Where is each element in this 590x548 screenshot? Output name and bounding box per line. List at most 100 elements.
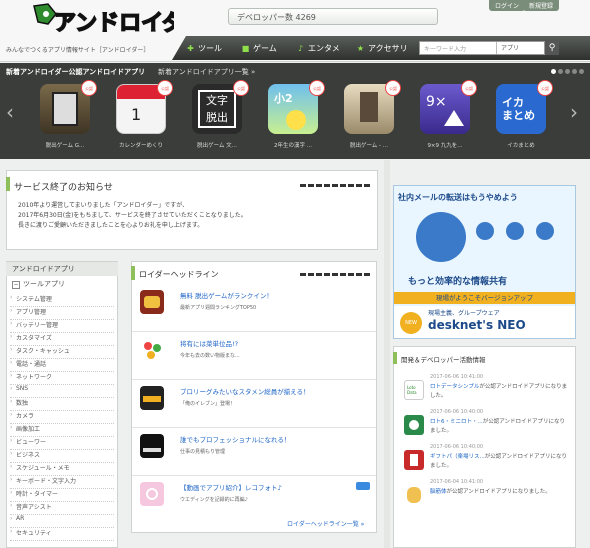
carousel-app[interactable]: 9× 公認 9×9 九九を...: [414, 80, 477, 152]
carousel-dot[interactable]: [579, 69, 584, 74]
carousel-next-arrow[interactable]: ›: [570, 100, 578, 124]
headline-item-title[interactable]: 無料 脱出ゲームがランクイン！: [180, 290, 273, 300]
carousel-app[interactable]: 文字 脱出 公認 脱出ゲーム 文...: [186, 80, 249, 152]
headline-item[interactable]: ブロリーグみたいなスタメン総員が揃える！ 「俺のイレブン」登場！: [132, 380, 376, 428]
app-name: 脱出ゲーム - ...: [349, 143, 389, 149]
ad-person-icon: [476, 222, 494, 240]
sidebar-item[interactable]: 音声アシスト: [10, 502, 114, 515]
approved-badge: 公認: [309, 80, 325, 96]
search-button[interactable]: ⚲: [545, 41, 559, 55]
sidebar-item[interactable]: ビューワー: [10, 437, 114, 450]
site-logo[interactable]: アンドロイダー: [4, 2, 207, 42]
app-name: 脱出ゲーム G...: [45, 143, 85, 149]
sidebar-item[interactable]: システム管理: [10, 294, 114, 307]
sidebar-item[interactable]: バッテリー管理: [10, 320, 114, 333]
headline-item[interactable]: 無料 脱出ゲームがランクイン！ 最新アプリ週間ランキングTOP50: [132, 284, 376, 332]
headline-item-title[interactable]: 誰でもプロフェッショナルになれる！: [180, 434, 291, 444]
ad-line3: 現場がようこそバージョンアップ: [394, 292, 575, 304]
sidebar-item[interactable]: AR: [10, 515, 114, 528]
headline-item-title[interactable]: ブロリーグみたいなスタメン総員が揃える！: [180, 386, 310, 396]
headline-item-sub: 今年も去の数い物版まな...: [180, 353, 240, 359]
carousel-app[interactable]: 公認 脱出ゲーム - ...: [338, 80, 401, 152]
dev-activity-text: ロト6・ミニロト・...が公認アンドロイドアプリになりました。: [430, 418, 570, 436]
sidebar-item[interactable]: 電話・通話: [10, 359, 114, 372]
sidebar-item[interactable]: 画像加工: [10, 424, 114, 437]
sidebar-item[interactable]: カスタマイズ: [10, 333, 114, 346]
app-thumb: Loto Data: [404, 380, 424, 400]
dev-accent: [393, 352, 397, 364]
nav-entertainment[interactable]: ♪ エンタメ: [296, 41, 340, 55]
app-thumb: [404, 485, 424, 505]
carousel-app[interactable]: 小2 公認 2年生の漢字 ...: [262, 80, 325, 152]
ad-line4: 現場主義、グループウェア: [428, 310, 500, 317]
approved-badge: 公認: [461, 80, 477, 96]
svg-text:アンドロイダー: アンドロイダー: [54, 10, 174, 36]
collapse-icon[interactable]: −: [12, 281, 20, 289]
headline-item-sub: 仕事の見積もり管理: [180, 449, 226, 455]
notice-line: 2017年6月30日(金)をもちまして、サービスを終了させていただくことなりまし…: [18, 212, 247, 219]
carousel-dot[interactable]: [572, 69, 577, 74]
dev-activity-app[interactable]: ギフトパ（楽場リス...: [430, 454, 485, 460]
dev-activity-app[interactable]: 脳筋体: [430, 489, 447, 495]
sidebar-item[interactable]: 時計・タイマー: [10, 489, 114, 502]
dev-activity-item[interactable]: 2017-06-04 10:41:00 脳筋体が公認アンドロイドアプリになりまし…: [396, 477, 576, 523]
sidebar-item[interactable]: キーボード・文字入力: [10, 476, 114, 489]
headline-item-title[interactable]: 【動画でアプリ紹介】レコフォト♪: [180, 482, 282, 492]
ad-line2: もっと効率的な情報共有: [408, 277, 508, 287]
app-name: イカまとめ: [507, 143, 535, 149]
sidebar-title: アンドロイドアプリ: [6, 262, 118, 276]
ad-product: desknet's NEO: [428, 318, 526, 332]
sidebar-item[interactable]: ネットワーク: [10, 372, 114, 385]
carousel-more-link[interactable]: 新着アンドロイドアプリ一覧 »: [158, 67, 255, 77]
sidebar-tools-category[interactable]: − ツールアプリ: [6, 278, 118, 290]
music-icon: ♪: [297, 43, 304, 53]
sidebar-item[interactable]: スケジュール・メモ: [10, 463, 114, 476]
nav-games[interactable]: ■ ゲーム: [241, 41, 277, 55]
sidebar-item[interactable]: セキュリティ: [10, 528, 114, 541]
approved-badge: 公認: [385, 80, 401, 96]
dev-activity-text: ロトデータシンプルが公認アンドロイドアプリになりました。: [430, 383, 570, 401]
column-divider: [384, 160, 390, 548]
carousel-dot[interactable]: [565, 69, 570, 74]
headline-thumb: [140, 386, 164, 410]
approved-badge: 公認: [537, 80, 553, 96]
carousel-title: 新着アンドロイダー公認アンドロイドアプリ: [6, 68, 146, 76]
app-name: カレンダーめくり: [118, 143, 163, 149]
headline-thumb: [140, 482, 164, 506]
headline-title: ロイダーヘッドライン: [139, 270, 219, 279]
headline-more-link[interactable]: ロイダーヘッドライン一覧 »: [287, 519, 364, 528]
wrench-icon: ✚: [187, 43, 194, 53]
gamepad-icon: ■: [241, 43, 250, 53]
sidebar-item[interactable]: SNS: [10, 385, 114, 398]
sidebar-item[interactable]: カメラ: [10, 411, 114, 424]
carousel-app[interactable]: イカ まとめ 公認 イカまとめ: [490, 80, 553, 152]
login-button[interactable]: ログイン: [489, 0, 526, 11]
app-thumb: [404, 450, 424, 470]
notice-title: サービス終了のお知らせ: [14, 183, 113, 193]
ad-person-icon: [416, 212, 466, 262]
notice-line: 2010年より運営してまいりました「アンドロイダー」ですが、: [18, 202, 189, 209]
nav-accessory[interactable]: ★ アクセサリ: [356, 41, 408, 55]
headline-item[interactable]: 【動画でアプリ紹介】レコフォト♪ ウエディングを記録的に再編♪: [132, 476, 376, 524]
headline-item[interactable]: 誰でもプロフェッショナルになれる！ 仕事の見積もり管理: [132, 428, 376, 476]
dev-activity-date: 2017-06-06 10:40:00: [430, 444, 484, 450]
carousel-app[interactable]: 1 公認 カレンダーめくり: [110, 80, 173, 152]
dev-activity-app[interactable]: ロト6・ミニロト・...: [430, 419, 483, 425]
headline-item-title[interactable]: 将有には菜単位品!?: [180, 338, 238, 348]
carousel-prev-arrow[interactable]: ‹: [6, 100, 14, 124]
sidebar-item[interactable]: タスク・キャッシュ: [10, 346, 114, 359]
headline-accent: [131, 266, 135, 280]
register-button[interactable]: 新規登録: [523, 0, 560, 11]
sidebar-item[interactable]: ビジネス: [10, 450, 114, 463]
dev-activity-app[interactable]: ロトデータシンプル: [430, 384, 479, 390]
site-tagline: みんなでつくるアプリ情報サイト［アンドロイダー］: [6, 47, 150, 54]
carousel-dot[interactable]: [551, 69, 556, 74]
nav-tools[interactable]: ✚ ツール: [186, 41, 222, 55]
carousel-app[interactable]: 公認 脱出ゲーム G...: [34, 80, 97, 152]
search-category-select[interactable]: アプリ: [496, 42, 542, 54]
dev-activity-text: 脳筋体が公認アンドロイドアプリになりました。: [430, 488, 570, 497]
headline-item[interactable]: 将有には菜単位品!? 今年も去の数い物版まな...: [132, 332, 376, 380]
sidebar-item[interactable]: アプリ管理: [10, 307, 114, 320]
carousel-dot[interactable]: [558, 69, 563, 74]
sidebar-item[interactable]: 数独: [10, 398, 114, 411]
